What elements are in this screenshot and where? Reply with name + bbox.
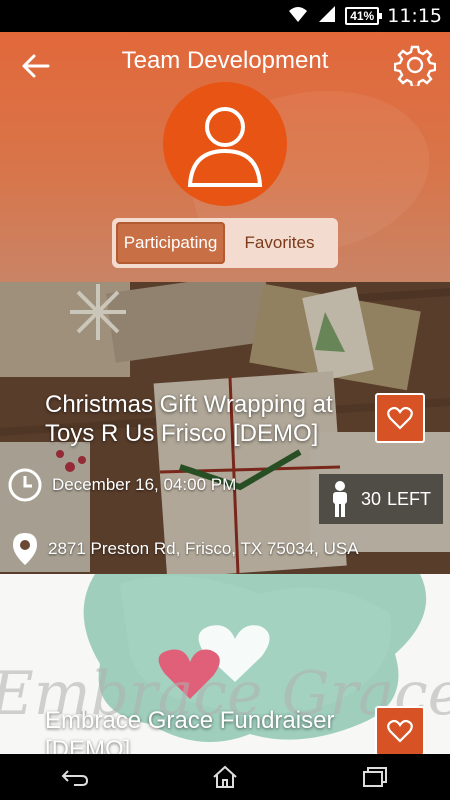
spots-left-badge: 30 LEFT (319, 474, 443, 524)
back-nav-icon (61, 770, 89, 786)
avatar[interactable] (163, 82, 287, 206)
status-time: 11:15 (387, 5, 442, 27)
profile-header: Team Development Participating Favorites (0, 32, 450, 282)
signal-icon (317, 5, 337, 28)
spots-left-label: LEFT (387, 488, 432, 509)
battery-icon: 41% (345, 7, 383, 25)
event-card[interactable]: Christmas Gift Wrapping at Toys R Us Fri… (0, 282, 450, 574)
nav-back-button[interactable] (45, 757, 105, 797)
event-card[interactable]: Embrace Grace Embrace Grace Fundraiser [… (0, 574, 450, 754)
event-datetime: December 16, 04:00 PM (8, 468, 236, 502)
nav-home-button[interactable] (195, 757, 255, 797)
wifi-icon (287, 5, 309, 28)
settings-button[interactable] (393, 44, 437, 89)
favorite-button[interactable] (375, 706, 425, 754)
recents-nav-icon (363, 767, 387, 787)
status-bar: 41% 11:15 (0, 0, 450, 32)
heart-outline-icon (387, 406, 413, 430)
clock-icon (8, 468, 42, 502)
tab-favorites[interactable]: Favorites (225, 222, 334, 264)
event-address-text: 2871 Preston Rd, Frisco, TX 75034, USA (48, 539, 359, 558)
page-title: Team Development (121, 47, 329, 74)
person-standing-icon (332, 481, 347, 517)
tab-participating[interactable]: Participating (116, 222, 225, 264)
nav-recents-button[interactable] (345, 757, 405, 797)
person-icon (187, 107, 263, 187)
event-address: 2871 Preston Rd, Frisco, TX 75034, USA (12, 532, 359, 566)
tab-switcher: Participating Favorites (112, 218, 338, 268)
event-datetime-text: December 16, 04:00 PM (52, 475, 237, 494)
heart-outline-icon (387, 719, 413, 743)
spots-left-count: 30 (360, 488, 381, 509)
event-title[interactable]: Embrace Grace Fundraiser [DEMO] (45, 706, 355, 754)
home-nav-icon (213, 765, 237, 788)
favorite-button[interactable] (375, 393, 425, 443)
location-pin-icon (13, 533, 37, 565)
system-nav-bar (0, 754, 450, 800)
gear-icon (393, 45, 437, 89)
event-title[interactable]: Christmas Gift Wrapping at Toys R Us Fri… (45, 390, 355, 448)
